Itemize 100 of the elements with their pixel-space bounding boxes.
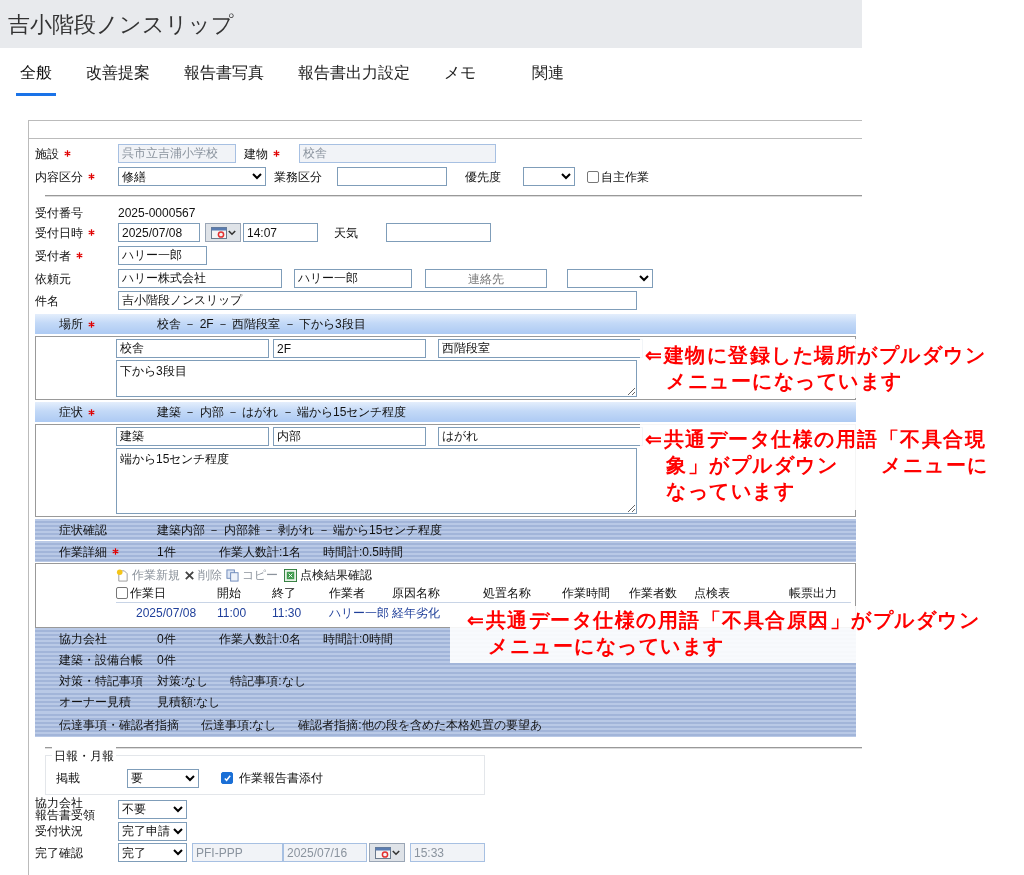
input-field: 2025/07/16 — [283, 843, 367, 862]
section-summary: 伝達事項:なし — [201, 716, 277, 734]
input-field[interactable] — [337, 167, 447, 186]
calendar-icon — [374, 846, 391, 859]
input-field[interactable] — [386, 223, 491, 242]
chevron-down-icon — [173, 849, 183, 856]
chevron-down-icon — [561, 173, 571, 180]
input-field[interactable]: 西階段室 — [438, 339, 643, 358]
column-header: 点検表 — [694, 585, 731, 602]
chevron-down-icon — [639, 275, 649, 282]
field-label: 内容区分 — [35, 168, 83, 186]
dropdown[interactable]: 不要 — [118, 799, 187, 819]
input-field[interactable]: 建築 — [116, 427, 269, 446]
input-field[interactable]: ハリー株式会社 — [118, 269, 282, 288]
input-field: 15:33 — [410, 843, 485, 862]
section-summary: 対策:なし — [157, 672, 209, 690]
copy-icon — [226, 568, 239, 582]
input-field: 校舎 — [299, 144, 496, 163]
section-summary: 見積額:なし — [157, 693, 221, 711]
chevron-down-icon — [185, 774, 195, 782]
input-field[interactable]: はがれ — [438, 427, 643, 446]
section-bar[interactable]: オーナー見積 見積額:なし — [35, 691, 856, 712]
input-field[interactable]: ハリー一郎 — [294, 269, 412, 288]
dropdown[interactable]: 完了申請 — [118, 821, 187, 841]
calendar-button[interactable] — [205, 223, 241, 242]
column-header: 開始 — [217, 585, 242, 602]
section-summary: 作業人数計:0名 — [219, 630, 301, 648]
field-label: 報告書受領 — [35, 809, 96, 821]
section-label: 作業詳細 — [59, 543, 107, 561]
section-summary: 校舎 － 2F － 西階段室 － 下から3段目 — [157, 316, 366, 333]
chevron-down-icon — [252, 173, 262, 180]
section-label: 症状確認 — [59, 521, 107, 539]
field-label: 受付日時 — [35, 224, 83, 242]
tab[interactable]: 改善提案 — [82, 61, 154, 96]
toolbar-button[interactable]: 点検結果確認 — [284, 566, 372, 584]
checkbox[interactable] — [221, 772, 233, 784]
field-label: 業務区分 — [274, 168, 322, 186]
column-header: 終了 — [272, 585, 297, 602]
text-area[interactable]: 端から15センチ程度 — [116, 448, 637, 514]
annotation-text: ⇐建物に登録した場所がプルダウン — [645, 343, 986, 368]
input-field[interactable]: 吉小階段ノンスリップ — [118, 291, 637, 310]
input-field[interactable]: 2F — [273, 339, 426, 358]
table-cell-text: 11:30 — [272, 605, 303, 622]
calendar-button[interactable] — [369, 843, 405, 862]
section-bar[interactable]: 症状 建築 － 内部 － はがれ － 端から15センチ程度 — [35, 402, 856, 422]
annotation-text: 象」がプルダウン メニューに — [666, 453, 989, 478]
dropdown[interactable]: 修繕 — [118, 167, 266, 186]
field-label: 依頼元 — [35, 270, 71, 288]
input-field: PFI-PPP — [192, 843, 283, 862]
section-bar[interactable]: 伝達事項・確認者指摘 伝達事項:なし 確認者指摘:他の段を含めた本格処置の要望あ — [35, 712, 856, 737]
cross-icon — [184, 569, 195, 581]
field-label: 受付状況 — [35, 823, 83, 840]
tab[interactable]: 報告書写真 — [180, 61, 268, 96]
tab[interactable]: メモ — [440, 61, 480, 96]
chevron-down-icon — [391, 849, 400, 856]
table-cell-text: 経年劣化 — [392, 605, 440, 622]
checkbox[interactable] — [587, 170, 599, 183]
column-header: 原因名称 — [392, 585, 441, 602]
input-field[interactable]: 校舎 — [116, 339, 269, 358]
column-header: 作業日 — [130, 585, 167, 602]
text-area[interactable]: 下から3段目 — [116, 360, 637, 397]
section-label: 対策・特記事項 — [59, 672, 143, 690]
field-label: 受付番号 — [35, 204, 83, 222]
table-cell-text: ハリー一郎 — [329, 605, 390, 622]
section-label: 建築・設備台帳 — [59, 651, 143, 669]
column-header: 処置名称 — [483, 585, 532, 602]
field-label: 優先度 — [465, 168, 501, 186]
section-bar[interactable]: 作業詳細 1件 作業人数計:1名 時間計:0.5時間 — [35, 541, 856, 562]
field-label: 件名 — [35, 292, 59, 310]
input-field: 呉市立吉浦小学校 — [118, 144, 236, 163]
section-summary: 時間計:0.5時間 — [323, 543, 404, 561]
section-label: 症状 — [59, 404, 83, 421]
tab[interactable]: 全般 — [16, 61, 56, 96]
checkbox-label: 自主作業 — [601, 168, 649, 186]
field-label: 天気 — [334, 224, 358, 242]
field-label: 完了確認 — [35, 844, 83, 862]
new-document-icon — [116, 568, 129, 582]
dropdown[interactable]: 要 — [127, 768, 199, 788]
chevron-down-icon — [173, 805, 183, 813]
dropdown[interactable] — [523, 167, 575, 186]
input-field[interactable]: 連絡先 — [425, 269, 547, 288]
section-summary: 建築内部 － 内部雑 － 剥がれ － 端から15センチ程度 — [157, 521, 443, 539]
column-header: 作業者 — [329, 585, 366, 602]
input-field[interactable]: 14:07 — [243, 223, 318, 242]
input-field[interactable]: 2025/07/08 — [118, 223, 200, 242]
checkbox[interactable] — [116, 587, 128, 599]
input-field[interactable]: ハリー一郎 — [118, 246, 207, 265]
section-summary: 0件 — [157, 630, 177, 648]
tab[interactable]: 関連 — [528, 61, 568, 96]
section-bar[interactable]: 症状確認 建築内部 － 内部雑 － 剥がれ － 端から15センチ程度 — [35, 519, 856, 540]
section-bar[interactable]: 場所 校舎 － 2F － 西階段室 － 下から3段目 — [35, 314, 856, 334]
annotation-text: メニューになっています — [666, 369, 903, 394]
receipt-number: 2025-0000567 — [118, 204, 196, 222]
section-label: 伝達事項・確認者指摘 — [59, 716, 179, 734]
section-bar[interactable]: 対策・特記事項 対策:なし 特記事項:なし — [35, 670, 856, 691]
section-summary: 1件 — [157, 543, 177, 561]
tab[interactable]: 報告書出力設定 — [294, 61, 414, 96]
field-label: 施設 — [35, 145, 59, 163]
section-summary: 作業人数計:1名 — [219, 543, 301, 561]
input-field[interactable]: 内部 — [273, 427, 426, 446]
